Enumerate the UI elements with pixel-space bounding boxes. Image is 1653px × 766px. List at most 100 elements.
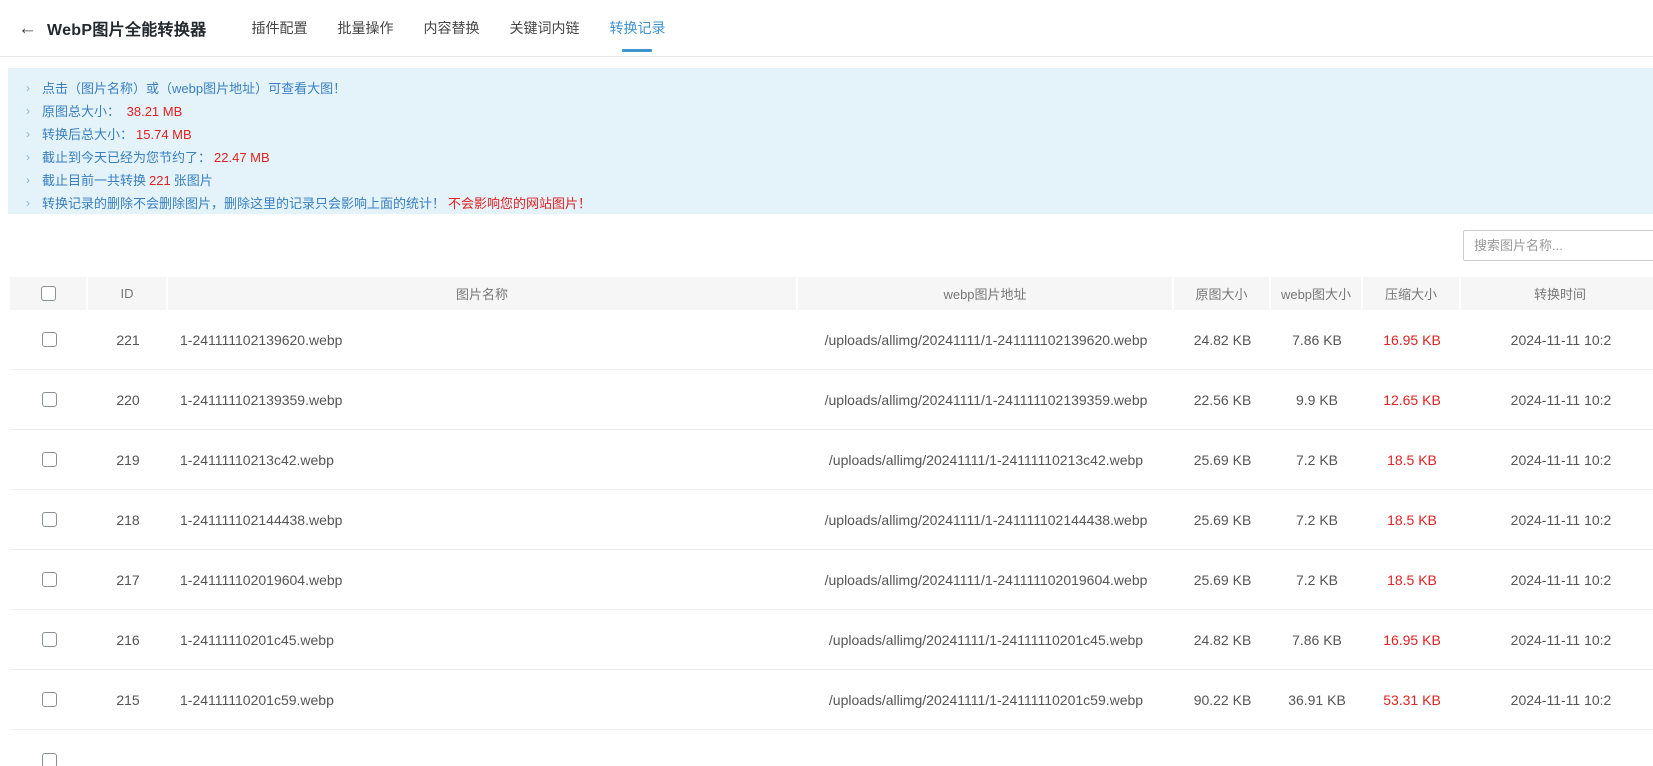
notice-text: 转换记录的删除不会删除图片，删除这里的记录只会影响上面的统计！: [42, 196, 445, 211]
checkbox-cell: [10, 692, 88, 707]
header-checkbox-cell: [10, 277, 88, 310]
checkbox-cell: [10, 452, 88, 467]
table-row: 2211-241111102139620.webp/uploads/allimg…: [10, 310, 1653, 370]
cell-orig-size: 24.82 KB: [1174, 332, 1271, 348]
cell-time: 2024-11-11 10:2: [1461, 692, 1653, 708]
cell-image-name[interactable]: 1-241111102139359.webp: [168, 392, 798, 408]
notice-text: 原图总大小：: [42, 104, 120, 119]
notice-text: 截止到今天已经为您节约了：: [42, 150, 211, 165]
cell-time: 2024-11-11 10:2: [1461, 332, 1653, 348]
cell-id: 221: [88, 332, 168, 348]
table-body: 2211-241111102139620.webp/uploads/allimg…: [10, 310, 1653, 766]
row-checkbox[interactable]: [42, 753, 57, 766]
cell-webp-size: 7.86 KB: [1271, 332, 1363, 348]
tab-keyword-links[interactable]: 关键词内链: [494, 0, 594, 57]
bullet-icon: ›: [26, 100, 30, 123]
cell-orig-size: 90.22 KB: [1174, 692, 1271, 708]
checkbox-cell: [10, 632, 88, 647]
notice-text: 点击（图片名称）或（webp图片地址）可查看大图！: [42, 81, 346, 96]
notice-highlight-value: 38.21 MB: [123, 104, 182, 119]
bullet-icon: ›: [26, 123, 30, 146]
cell-saved-size: 16.95 KB: [1363, 332, 1461, 348]
col-header-time: 转换时间: [1461, 277, 1653, 310]
checkbox-cell: [10, 332, 88, 347]
row-checkbox[interactable]: [42, 572, 57, 587]
notice-highlight-value: 22.47 MB: [214, 150, 270, 165]
cell-webp-url[interactable]: /uploads/allimg/20241111/1-2411111021393…: [798, 392, 1174, 408]
cell-webp-url[interactable]: /uploads/allimg/20241111/1-2411111020196…: [798, 572, 1174, 588]
bullet-icon: ›: [26, 169, 30, 192]
cell-webp-url[interactable]: /uploads/allimg/20241111/1-24111110213c4…: [798, 452, 1174, 468]
select-all-checkbox[interactable]: [41, 286, 56, 301]
col-header-webp-url: webp图片地址: [798, 277, 1174, 310]
page-title: WebP图片全能转换器: [47, 16, 206, 40]
cell-saved-size: 53.31 KB: [1363, 692, 1461, 708]
cell-id: 216: [88, 632, 168, 648]
plugin-admin-page: ← WebP图片全能转换器 插件配置批量操作内容替换关键词内链转换记录 › 点击（…: [0, 0, 1653, 766]
notice-line: › 原图总大小： 38.21 MB: [8, 100, 1653, 123]
cell-webp-url[interactable]: /uploads/allimg/20241111/1-2411111021396…: [798, 332, 1174, 348]
table-row: 2181-241111102144438.webp/uploads/allimg…: [10, 490, 1653, 550]
table-row: 2171-241111102019604.webp/uploads/allimg…: [10, 550, 1653, 610]
cell-image-name[interactable]: 1-241111102139620.webp: [168, 332, 798, 348]
notice-line: › 转换记录的删除不会删除图片，删除这里的记录只会影响上面的统计！不会影响您的网站…: [8, 192, 1653, 215]
table-row: 2151-24111110201c59.webp/uploads/allimg/…: [10, 670, 1653, 730]
tab-conversion-log[interactable]: 转换记录: [594, 0, 680, 57]
row-checkbox[interactable]: [42, 692, 57, 707]
table-row: 2161-24111110201c45.webp/uploads/allimg/…: [10, 610, 1653, 670]
cell-image-name[interactable]: 1-241111102019604.webp: [168, 572, 798, 588]
row-checkbox[interactable]: [42, 392, 57, 407]
tab-batch-ops[interactable]: 批量操作: [322, 0, 408, 57]
cell-image-name[interactable]: 1-24111110201c59.webp: [168, 692, 798, 708]
conversion-table: ID 图片名称 webp图片地址 原图大小 webp图大小 压缩大小 转换时间 …: [10, 277, 1653, 766]
col-header-name: 图片名称: [168, 277, 798, 310]
notice-line: › 截止到今天已经为您节约了：22.47 MB: [8, 146, 1653, 169]
cell-id: 217: [88, 572, 168, 588]
notice-text: 截止目前一共转换: [42, 173, 146, 188]
top-nav-bar: ← WebP图片全能转换器 插件配置批量操作内容替换关键词内链转换记录: [0, 0, 1653, 57]
cell-webp-size: 7.2 KB: [1271, 512, 1363, 528]
col-header-saved-size: 压缩大小: [1363, 277, 1461, 310]
table-row-partial: [10, 730, 1653, 766]
notice-text: 转换后总大小：: [42, 127, 133, 142]
cell-webp-url[interactable]: /uploads/allimg/20241111/1-24111110201c5…: [798, 692, 1174, 708]
col-header-webp-size: webp图大小: [1271, 277, 1363, 310]
checkbox-cell: [10, 512, 88, 527]
bullet-icon: ›: [26, 192, 30, 215]
bullet-icon: ›: [26, 77, 30, 100]
notice-highlight-value: 15.74 MB: [136, 127, 192, 142]
notice-highlight-value: 不会影响您的网站图片！: [448, 196, 591, 211]
cell-saved-size: 18.5 KB: [1363, 572, 1461, 588]
row-checkbox[interactable]: [42, 332, 57, 347]
cell-webp-size: 9.9 KB: [1271, 392, 1363, 408]
cell-image-name[interactable]: 1-24111110201c45.webp: [168, 632, 798, 648]
search-input[interactable]: [1463, 230, 1653, 261]
checkbox-cell: [10, 572, 88, 587]
cell-webp-url[interactable]: /uploads/allimg/20241111/1-2411111021444…: [798, 512, 1174, 528]
cell-image-name[interactable]: 1-24111110213c42.webp: [168, 452, 798, 468]
col-header-id: ID: [88, 277, 168, 310]
row-checkbox[interactable]: [42, 452, 57, 467]
tab-plugin-config[interactable]: 插件配置: [236, 0, 322, 57]
notice-line: ›截止目前一共转换221张图片: [8, 169, 1653, 192]
cell-orig-size: 24.82 KB: [1174, 632, 1271, 648]
cell-time: 2024-11-11 10:2: [1461, 512, 1653, 528]
cell-image-name[interactable]: 1-241111102144438.webp: [168, 512, 798, 528]
cell-saved-size: 12.65 KB: [1363, 392, 1461, 408]
notice-text: 张图片: [174, 173, 213, 188]
cell-id: 218: [88, 512, 168, 528]
cell-saved-size: 16.95 KB: [1363, 632, 1461, 648]
cell-saved-size: 18.5 KB: [1363, 512, 1461, 528]
cell-webp-url[interactable]: /uploads/allimg/20241111/1-24111110201c4…: [798, 632, 1174, 648]
cell-id: 219: [88, 452, 168, 468]
checkbox-cell: [10, 392, 88, 407]
row-checkbox[interactable]: [42, 512, 57, 527]
cell-webp-size: 7.2 KB: [1271, 452, 1363, 468]
row-checkbox[interactable]: [42, 632, 57, 647]
back-arrow-icon[interactable]: ←: [18, 19, 37, 38]
table-row: 2201-241111102139359.webp/uploads/allimg…: [10, 370, 1653, 430]
search-area: [1463, 230, 1653, 261]
tab-content-replace[interactable]: 内容替换: [408, 0, 494, 57]
cell-orig-size: 25.69 KB: [1174, 452, 1271, 468]
bullet-icon: ›: [26, 146, 30, 169]
